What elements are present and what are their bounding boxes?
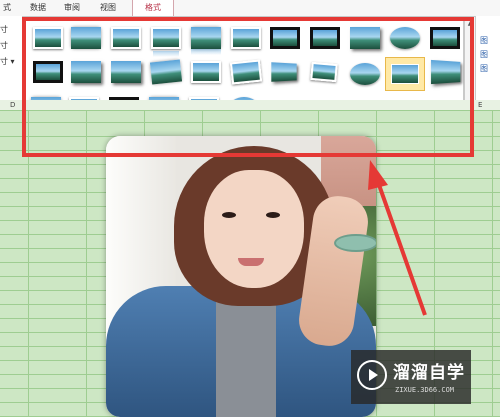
selected-photo[interactable]	[106, 136, 376, 417]
play-logo-icon	[357, 360, 387, 390]
picture-effects-button[interactable]: 图	[480, 50, 496, 60]
tab-style[interactable]: 式	[0, 0, 14, 16]
photo-subject	[334, 234, 376, 252]
tab-data[interactable]: 数据	[24, 0, 52, 16]
photo-subject	[204, 170, 304, 288]
photo-subject	[222, 212, 236, 218]
picture-border-button[interactable]: 图	[480, 36, 496, 46]
size-option[interactable]: 寸	[0, 40, 8, 51]
photo-subject	[266, 212, 280, 218]
tab-review[interactable]: 审阅	[58, 0, 86, 16]
size-option[interactable]: 寸 ▾	[0, 56, 15, 67]
column-header[interactable]: E	[478, 100, 482, 110]
watermark-url: ZIXUE.3D66.COM	[395, 386, 455, 394]
annotation-highlight-box	[22, 17, 474, 157]
photo-subject	[238, 258, 264, 266]
picture-tools: 图 图 图	[478, 34, 500, 94]
watermark: 溜溜自学 ZIXUE.3D66.COM	[351, 350, 471, 404]
watermark-title: 溜溜自学	[393, 363, 465, 383]
picture-layout-button[interactable]: 图	[480, 64, 496, 74]
ribbon-tab-bar: 式 数据 审阅 视图 格式	[0, 0, 500, 18]
photo-subject	[216, 301, 276, 417]
size-option[interactable]: 寸	[0, 24, 8, 35]
column-header[interactable]: D	[10, 100, 15, 110]
size-options: 寸 寸 寸 ▾	[0, 18, 20, 68]
tab-view[interactable]: 视图	[94, 0, 122, 16]
